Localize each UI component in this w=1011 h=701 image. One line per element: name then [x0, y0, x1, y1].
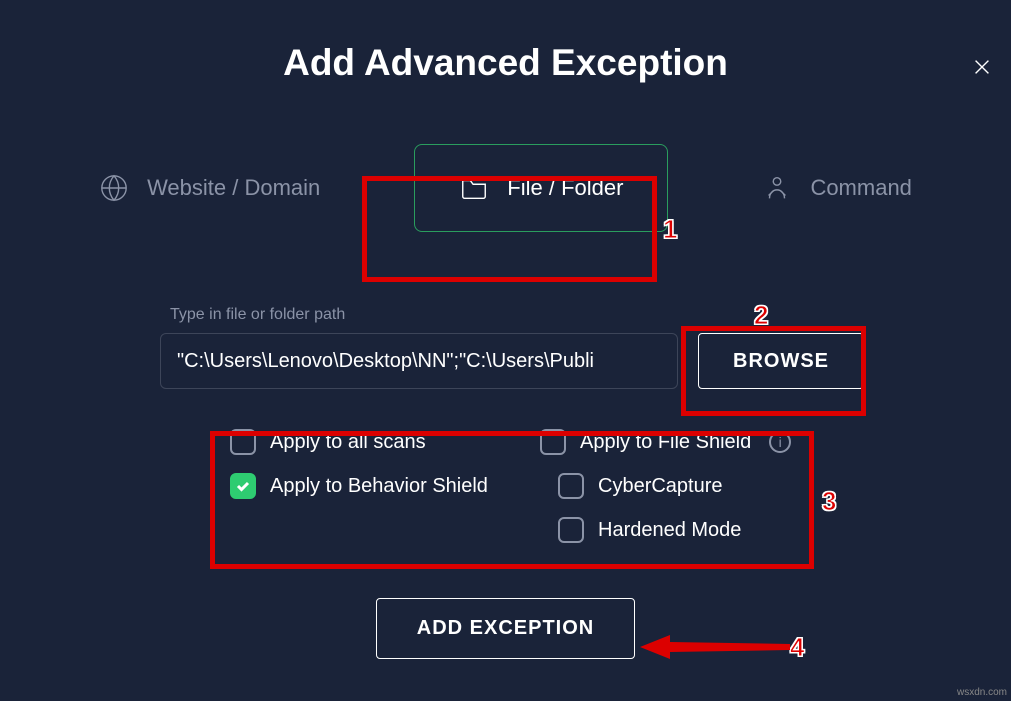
tab-label: Website / Domain [147, 175, 320, 201]
option-file-shield: Apply to File Shield i [540, 429, 820, 455]
option-all-scans: Apply to all scans [230, 429, 530, 455]
watermark: wsxdn.com [957, 687, 1007, 698]
option-hardened-mode: Hardened Mode [558, 517, 820, 543]
option-cybercapture: CyberCapture [558, 473, 820, 499]
annotation-number-4: 4 [790, 632, 804, 663]
tab-label: File / Folder [507, 175, 623, 201]
annotation-number-3: 3 [822, 486, 836, 517]
command-icon [762, 173, 792, 203]
tab-file-folder[interactable]: File / Folder [414, 144, 668, 232]
folder-icon [459, 173, 489, 203]
annotation-arrow-icon [640, 632, 790, 662]
checkbox-label: Apply to File Shield [580, 431, 751, 454]
tab-label: Command [810, 175, 911, 201]
annotation-number-2: 2 [754, 300, 768, 331]
checkbox-hardened-mode[interactable] [558, 517, 584, 543]
checkbox-cybercapture[interactable] [558, 473, 584, 499]
path-section: Type in file or folder path BROWSE [0, 306, 1011, 389]
checkbox-label: Apply to Behavior Shield [270, 475, 488, 498]
annotation-number-1: 1 [663, 214, 677, 245]
info-icon[interactable]: i [769, 431, 791, 453]
globe-icon [99, 173, 129, 203]
apply-options: Apply to all scans Apply to File Shield … [230, 429, 1011, 543]
tab-command[interactable]: Command [718, 145, 955, 231]
checkbox-all-scans[interactable] [230, 429, 256, 455]
add-exception-button[interactable]: ADD EXCEPTION [376, 598, 635, 659]
path-input-label: Type in file or folder path [170, 306, 1011, 324]
close-button[interactable] [971, 56, 993, 78]
checkbox-label: Hardened Mode [598, 519, 741, 542]
tab-website-domain[interactable]: Website / Domain [55, 145, 364, 231]
checkbox-label: Apply to all scans [270, 431, 426, 454]
browse-button[interactable]: BROWSE [698, 333, 864, 389]
option-behavior-shield: Apply to Behavior Shield [230, 473, 530, 499]
path-input[interactable] [160, 333, 678, 389]
checkbox-label: CyberCapture [598, 475, 723, 498]
checkbox-file-shield[interactable] [540, 429, 566, 455]
exception-type-tabs: Website / Domain File / Folder Command [0, 144, 1011, 232]
checkbox-behavior-shield[interactable] [230, 473, 256, 499]
dialog-title: Add Advanced Exception [0, 42, 1011, 84]
